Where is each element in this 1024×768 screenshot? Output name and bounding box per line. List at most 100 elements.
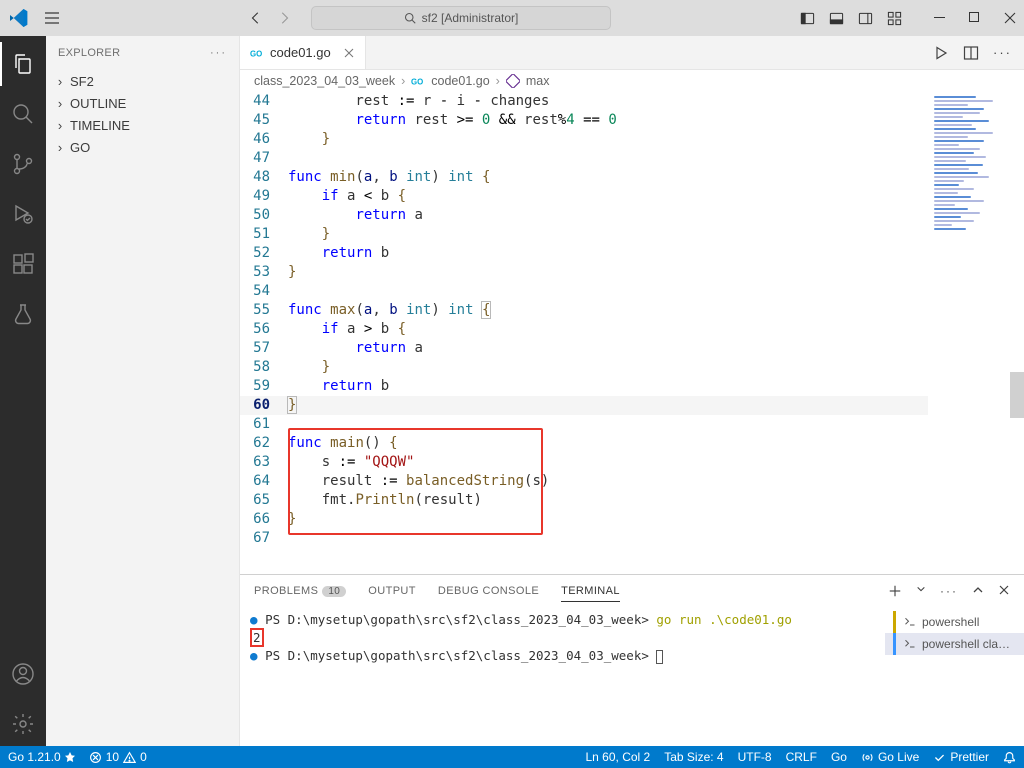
sidebar-item-timeline[interactable]: ›TIMELINE [46, 114, 239, 136]
split-editor-icon[interactable] [963, 45, 979, 61]
status-problems[interactable]: 10 0 [89, 750, 147, 764]
status-go-live[interactable]: Go Live [861, 750, 919, 764]
code-line[interactable]: 59 return b [240, 377, 1024, 396]
code-line[interactable]: 63 s := "QQQW" [240, 453, 1024, 472]
explorer-more-icon[interactable]: ··· [210, 47, 227, 59]
status-notifications-icon[interactable] [1003, 751, 1016, 764]
layout-sidebar-left-icon[interactable] [800, 11, 815, 26]
go-file-icon: GO [250, 46, 264, 60]
code-line[interactable]: 51 } [240, 225, 1024, 244]
code-line[interactable]: 46 } [240, 130, 1024, 149]
code-line[interactable]: 47 [240, 149, 1024, 168]
sidebar-item-sf2[interactable]: ›SF2 [46, 70, 239, 92]
terminal-list-item[interactable]: powershell cla… [885, 633, 1024, 655]
status-indent[interactable]: Tab Size: 4 [664, 750, 723, 764]
crumb-folder[interactable]: class_2023_04_03_week [254, 74, 395, 88]
symbol-function-icon [506, 74, 520, 88]
window-minimize-icon[interactable] [934, 12, 945, 24]
code-line[interactable]: 58 } [240, 358, 1024, 377]
panel-tab-problems[interactable]: PROBLEMS10 [254, 585, 346, 597]
status-prettier[interactable]: Prettier [933, 750, 989, 764]
editor-tabs: GO code01.go ··· [240, 36, 1024, 70]
status-bar: Go 1.21.0 10 0 Ln 60, Col 2 Tab Size: 4 … [0, 746, 1024, 768]
status-eol[interactable]: CRLF [786, 750, 817, 764]
layout-panel-icon[interactable] [829, 11, 844, 26]
nav-back-icon[interactable] [249, 11, 263, 25]
status-cursor[interactable]: Ln 60, Col 2 [586, 750, 651, 764]
search-text: sf2 [Administrator] [422, 11, 519, 25]
terminal[interactable]: ● PS D:\mysetup\gopath\src\sf2\class_202… [240, 607, 884, 746]
editor-more-icon[interactable]: ··· [993, 45, 1012, 60]
code-line[interactable]: 53} [240, 263, 1024, 282]
status-language[interactable]: Go [831, 750, 847, 764]
crumb-symbol[interactable]: max [526, 74, 550, 88]
crumb-file[interactable]: code01.go [431, 74, 489, 88]
activity-extensions-icon[interactable] [0, 242, 46, 286]
status-go-version[interactable]: Go 1.21.0 [8, 750, 75, 764]
minimap-preview [934, 96, 1018, 232]
scrollbar-thumb[interactable] [1010, 372, 1024, 418]
terminal-new-icon[interactable] [888, 584, 902, 598]
vscode-logo-icon [10, 9, 28, 27]
code-line[interactable]: 61 [240, 415, 1024, 434]
title-bar: sf2 [Administrator] [0, 0, 1024, 36]
code-line[interactable]: 57 return a [240, 339, 1024, 358]
svg-text:GO: GO [411, 78, 423, 87]
activity-testing-icon[interactable] [0, 292, 46, 336]
code-editor[interactable]: 44 rest := r - i - changes45 return rest… [240, 92, 1024, 574]
code-line[interactable]: 55func max(a, b int) int { [240, 301, 1024, 320]
code-line[interactable]: 45 return rest >= 0 && rest%4 == 0 [240, 111, 1024, 130]
nav-forward-icon[interactable] [277, 11, 291, 25]
code-line[interactable]: 56 if a > b { [240, 320, 1024, 339]
window-maximize-icon[interactable] [969, 12, 980, 24]
code-line[interactable]: 66} [240, 510, 1024, 529]
tab-code01[interactable]: GO code01.go [240, 36, 366, 69]
code-line[interactable]: 60} [240, 396, 1024, 415]
window-close-icon[interactable] [1004, 12, 1016, 24]
explorer-sidebar: EXPLORER ··· ›SF2 ›OUTLINE ›TIMELINE ›GO [46, 36, 240, 746]
activity-settings-icon[interactable] [0, 702, 46, 746]
activity-source-control-icon[interactable] [0, 142, 46, 186]
panel: PROBLEMS10 OUTPUT DEBUG CONSOLE TERMINAL… [240, 574, 1024, 746]
go-file-icon: GO [411, 74, 425, 88]
panel-maximize-icon[interactable] [972, 584, 984, 598]
terminal-list: powershell powershell cla… [884, 607, 1024, 746]
sidebar-item-outline[interactable]: ›OUTLINE [46, 92, 239, 114]
code-line[interactable]: 44 rest := r - i - changes [240, 92, 1024, 111]
activity-search-icon[interactable] [0, 92, 46, 136]
run-file-icon[interactable] [933, 45, 949, 61]
panel-more-icon[interactable]: ··· [940, 584, 958, 598]
code-line[interactable]: 50 return a [240, 206, 1024, 225]
terminal-dropdown-icon[interactable] [916, 584, 926, 598]
panel-tab-terminal[interactable]: TERMINAL [561, 585, 620, 602]
activity-explorer-icon[interactable] [0, 42, 46, 86]
code-line[interactable]: 65 fmt.Println(result) [240, 491, 1024, 510]
code-line[interactable]: 62func main() { [240, 434, 1024, 453]
panel-close-icon[interactable] [998, 584, 1010, 598]
menu-icon[interactable] [44, 10, 60, 26]
code-line[interactable]: 48func min(a, b int) int { [240, 168, 1024, 187]
code-line[interactable]: 54 [240, 282, 1024, 301]
status-encoding[interactable]: UTF-8 [738, 750, 772, 764]
explorer-title: EXPLORER [58, 47, 120, 59]
terminal-cursor [656, 650, 663, 664]
command-center-search[interactable]: sf2 [Administrator] [311, 6, 611, 30]
terminal-list-item[interactable]: powershell [885, 611, 1024, 633]
editor-group: GO code01.go ··· class_2023_04_03_week ›… [240, 36, 1024, 746]
svg-text:GO: GO [250, 49, 262, 58]
minimap[interactable] [928, 92, 1024, 574]
code-line[interactable]: 64 result := balancedString(s) [240, 472, 1024, 491]
layout-sidebar-right-icon[interactable] [858, 11, 873, 26]
layout-customize-icon[interactable] [887, 11, 902, 26]
activity-account-icon[interactable] [0, 652, 46, 696]
activity-bar [0, 36, 46, 746]
panel-tab-output[interactable]: OUTPUT [368, 585, 416, 597]
activity-run-debug-icon[interactable] [0, 192, 46, 236]
breadcrumbs[interactable]: class_2023_04_03_week › GO code01.go › m… [240, 70, 1024, 92]
tab-close-icon[interactable] [343, 47, 355, 59]
sidebar-item-go[interactable]: ›GO [46, 136, 239, 158]
code-line[interactable]: 52 return b [240, 244, 1024, 263]
code-line[interactable]: 67 [240, 529, 1024, 548]
panel-tab-debug[interactable]: DEBUG CONSOLE [438, 585, 539, 597]
code-line[interactable]: 49 if a < b { [240, 187, 1024, 206]
